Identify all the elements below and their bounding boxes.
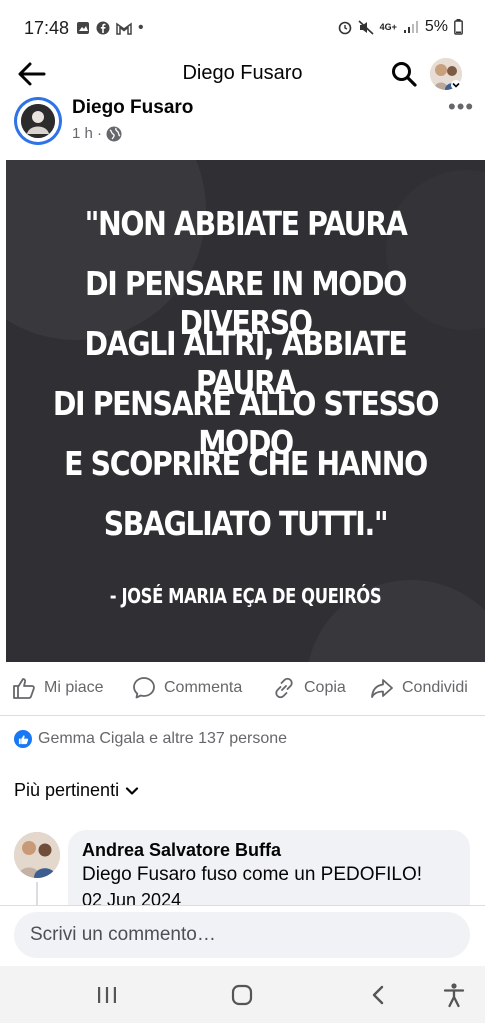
search-icon [392,62,417,87]
post-meta: 1 h · [72,125,122,142]
battery-icon [454,19,463,35]
status-time: 17:48 [24,18,70,38]
dot-icon: • [138,19,144,36]
post-image[interactable]: "NON ABBIATE PAURA DI PENSARE IN MODO DI… [6,160,485,662]
comment-author[interactable]: Andrea Salvatore Buffa [82,840,281,861]
globe-icon [106,126,122,141]
network-label: 4G+ [379,21,397,32]
sort-label: Più pertinenti [14,780,120,800]
share-button[interactable]: Condividi [370,676,468,700]
thumbs-up-icon [13,678,35,699]
comment-text: Diego Fusaro fuso come un PEDOFILO! [82,864,423,885]
avatar-image-icon [14,832,60,878]
battery-label: 5% [424,18,448,35]
gmail-icon [116,22,132,35]
comment-icon [133,677,155,699]
status-right: 4G+ 5% [338,18,463,36]
quote-line: "NON ABBIATE PAURA [84,204,408,243]
post-author[interactable]: Diego Fusaro [72,97,193,119]
signal-icon [403,21,418,33]
recent-apps-icon[interactable] [96,985,118,1005]
post-more-button[interactable]: ••• [448,94,474,120]
notification-icons: • [76,19,144,37]
mute-icon [358,19,374,35]
portrait-icon [21,104,55,138]
copy-label: Copia [304,679,346,696]
like-button[interactable]: Mi piace [12,676,104,700]
share-icon [371,679,393,698]
comment-sort-dropdown[interactable]: Più pertinenti [14,780,139,801]
back-nav-icon[interactable] [370,984,386,1006]
chevron-down-icon [125,786,139,795]
gallery-icon [77,22,89,34]
post-time: 1 h · [72,125,103,142]
quote-line: SBAGLIATO TUTTI." [103,504,389,543]
quote-author: - JOSÉ MARIA EÇA DE QUEIRÓS [109,584,382,608]
alarm-icon [338,21,351,34]
home-icon[interactable] [230,983,254,1007]
chevron-down-icon[interactable] [450,80,462,90]
like-reaction-icon [14,730,32,748]
copy-button[interactable]: Copia [272,676,346,700]
reactions-summary[interactable]: Gemma Cigala e altre 137 persone [14,730,287,748]
facebook-icon [96,21,110,35]
share-label: Condividi [402,679,468,696]
comment-label: Commenta [164,679,243,696]
divider [0,715,485,716]
search-button[interactable] [390,60,418,88]
like-label: Mi piace [44,679,104,696]
reactions-text: Gemma Cigala e altre 137 persone [38,730,288,747]
quote-line: E SCOPRIRE CHE HANNO [64,444,428,483]
accessibility-icon[interactable] [442,982,466,1008]
link-icon [275,677,293,699]
comment-button[interactable]: Commenta [132,676,242,700]
comment-input-placeholder: Scrivi un commento… [30,924,216,945]
commenter-avatar[interactable] [14,832,60,878]
avatar-photo [21,104,55,138]
